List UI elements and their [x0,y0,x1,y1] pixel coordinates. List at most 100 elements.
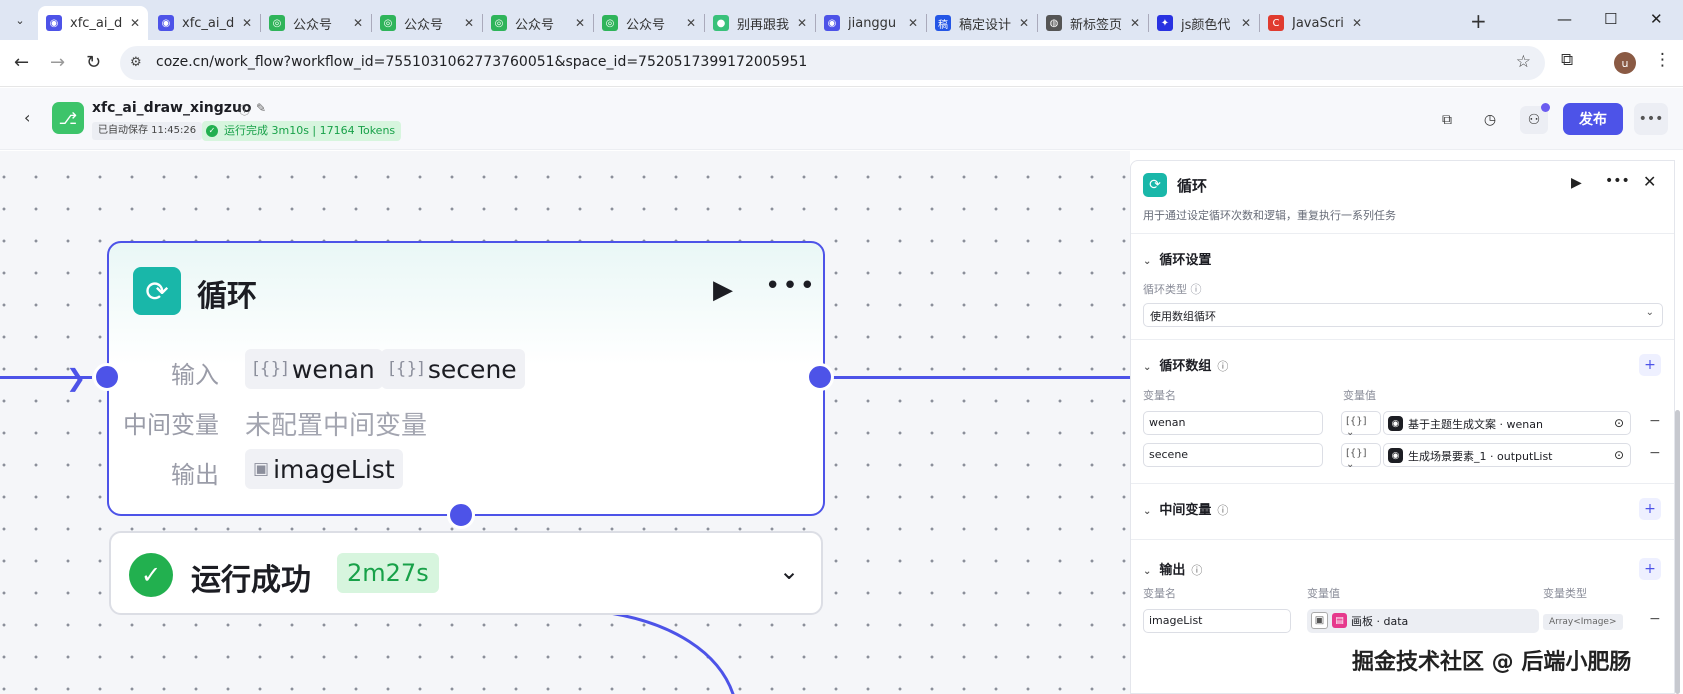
section-output[interactable]: ⌄ 输出 ⓘ [1143,559,1202,578]
browser-tab[interactable]: ◍ 新标签页 ✕ [1038,6,1148,40]
panel-scrollbar[interactable] [1675,410,1680,694]
info-icon[interactable]: ⓘ [239,102,250,118]
remove-row-icon[interactable]: − [1649,413,1661,429]
close-icon[interactable]: ✕ [353,16,363,30]
tab-search-button[interactable]: ⌄ [8,8,32,32]
input-label: 输入 [171,361,219,389]
close-icon[interactable]: ✕ [130,16,140,30]
var-type-select[interactable]: [{}] ⌄ [1341,443,1381,470]
workflow-logo-icon: ⎇ [52,102,84,134]
node-title: 循环 [197,279,257,314]
add-array-var-button[interactable]: + [1639,354,1661,376]
site-settings-icon[interactable]: ⚙ [130,55,142,70]
minimize-button[interactable]: — [1557,10,1572,28]
loop-body-edge [609,611,735,694]
publish-button[interactable]: 发布 [1563,103,1623,135]
window-close-button[interactable]: ✕ [1650,10,1663,28]
close-icon[interactable]: ✕ [575,16,585,30]
output-name-input[interactable]: imageList [1143,609,1291,633]
close-icon[interactable]: ✕ [1241,16,1251,30]
var-value-ref[interactable]: ◉ 生成场景要素_1 · outputList ⊙ [1383,443,1631,467]
section-label: 循环数组 [1159,359,1212,374]
output-label: 输出 [171,461,219,489]
chrome-icon: ◍ [1046,15,1062,31]
input-port[interactable] [93,363,121,391]
add-output-button[interactable]: + [1639,558,1661,580]
tab-title: 公众号 [515,17,555,33]
address-bar[interactable]: ⚙ coze.cn/work_flow?workflow_id=75510310… [120,46,1545,80]
forward-arrow-icon[interactable]: → [50,52,65,73]
extensions-puzzle-icon[interactable]: ⧉ [1561,50,1573,70]
col-header-name: 变量名 [1143,587,1176,600]
browser-tab[interactable]: ◎ 公众号 ✕ [594,6,704,40]
collaborators-icon[interactable]: ⚇ [1520,103,1550,134]
new-tab-button[interactable]: + [1470,9,1487,33]
run-play-icon[interactable]: ▶ [1571,175,1582,191]
output-value-ref[interactable]: ▣ ▤ 画板 · data [1307,609,1539,633]
browser-tab[interactable]: ◉ xfc_ai_d ✕ [38,6,148,40]
add-mid-var-button[interactable]: + [1639,498,1661,520]
tab-title: 公众号 [404,17,444,33]
reload-icon[interactable]: ↻ [86,52,101,73]
var-value-ref[interactable]: ◉ 基于主题生成文案 · wenan ⊙ [1383,411,1631,435]
output-port[interactable] [806,363,834,391]
close-icon[interactable]: ✕ [797,16,807,30]
section-mid-vars[interactable]: ⌄ 中间变量 ⓘ [1143,499,1228,518]
run-result-panel[interactable]: ✓ 运行成功 2m27s ⌄ [109,531,823,615]
loop-body-port[interactable] [447,501,475,529]
close-icon[interactable]: ✕ [464,16,474,30]
more-icon[interactable]: ••• [1605,173,1630,189]
browser-tab[interactable]: ◎ 公众号 ✕ [483,6,593,40]
section-loop-settings[interactable]: ⌄ 循环设置 [1143,249,1211,268]
loop-icon: ⟳ [1143,173,1167,197]
close-icon[interactable]: ✕ [1643,172,1656,191]
history-icon[interactable]: ◷ [1476,106,1504,134]
notification-dot [1541,103,1550,112]
close-icon[interactable]: ✕ [1019,16,1029,30]
bookmark-star-icon[interactable]: ☆ [1516,52,1531,72]
close-icon[interactable]: ✕ [908,16,918,30]
browser-tab[interactable]: ◉ jianggu ✕ [816,6,926,40]
juejin-icon: ● [713,15,729,31]
browser-tab[interactable]: ● 别再跟我 ✕ [705,6,815,40]
browser-tab[interactable]: ✦ js颜色代 ✕ [1149,6,1259,40]
close-icon[interactable]: ✕ [1130,16,1140,30]
more-options-button[interactable]: ••• [1634,103,1668,135]
browser-tab[interactable]: 稿 稿定设计 ✕ [927,6,1037,40]
run-node-play-icon[interactable]: ▶ [713,275,733,305]
back-chevron-icon[interactable]: ‹ [24,108,30,127]
browser-menu-icon[interactable]: ⋮ [1654,50,1671,70]
section-loop-array[interactable]: ⌄ 循环数组 ⓘ [1143,355,1228,374]
profile-avatar[interactable]: u [1614,52,1636,74]
remove-row-icon[interactable]: − [1649,445,1661,461]
copy-icon[interactable]: ⧉ [1433,106,1461,134]
close-icon[interactable]: ✕ [242,16,252,30]
loop-node[interactable]: ⟳ 循环 ▶ ••• 输入 [{}] wenan [{}] secene 中间变量 … [107,241,825,516]
back-arrow-icon[interactable]: ← [14,52,29,73]
edit-icon[interactable]: ✎ [256,101,266,115]
close-icon[interactable]: ✕ [1352,16,1362,30]
browser-tab[interactable]: C JavaScri ✕ [1260,6,1370,40]
target-icon[interactable]: ⊙ [1614,448,1624,462]
input-chip-secene: [{}] secene [381,349,525,389]
divider [1131,233,1674,234]
section-label: 中间变量 [1159,503,1212,518]
var-type-select[interactable]: [{}] ⌄ [1341,411,1381,438]
tab-title: 公众号 [293,17,333,33]
url-text[interactable]: coze.cn/work_flow?workflow_id=7551031062… [156,54,807,70]
remove-row-icon[interactable]: − [1649,611,1661,627]
workflow-canvas[interactable]: ❯ ⟳ 循环 ▶ ••• 输入 [{}] wenan [{}] secene 中间变… [0,151,1130,694]
var-name-input[interactable]: wenan [1143,411,1323,435]
info-icon: ⓘ [1217,360,1229,373]
close-icon[interactable]: ✕ [686,16,696,30]
browser-tab[interactable]: ◎ 公众号 ✕ [261,6,371,40]
maximize-button[interactable]: ☐ [1604,10,1617,28]
target-icon[interactable]: ⊙ [1614,416,1624,430]
loop-type-select[interactable]: 使用数组循环 ⌄ [1143,303,1663,327]
browser-tab[interactable]: ◎ 公众号 ✕ [372,6,482,40]
run-status-badge[interactable]: ✓ 运行完成 3m10s | 17164 Tokens [202,121,402,141]
var-name-input[interactable]: secene [1143,443,1323,467]
browser-tab[interactable]: ◉ xfc_ai_d ✕ [150,6,260,40]
node-more-icon[interactable]: ••• [765,271,817,301]
chevron-down-icon[interactable]: ⌄ [779,557,799,585]
